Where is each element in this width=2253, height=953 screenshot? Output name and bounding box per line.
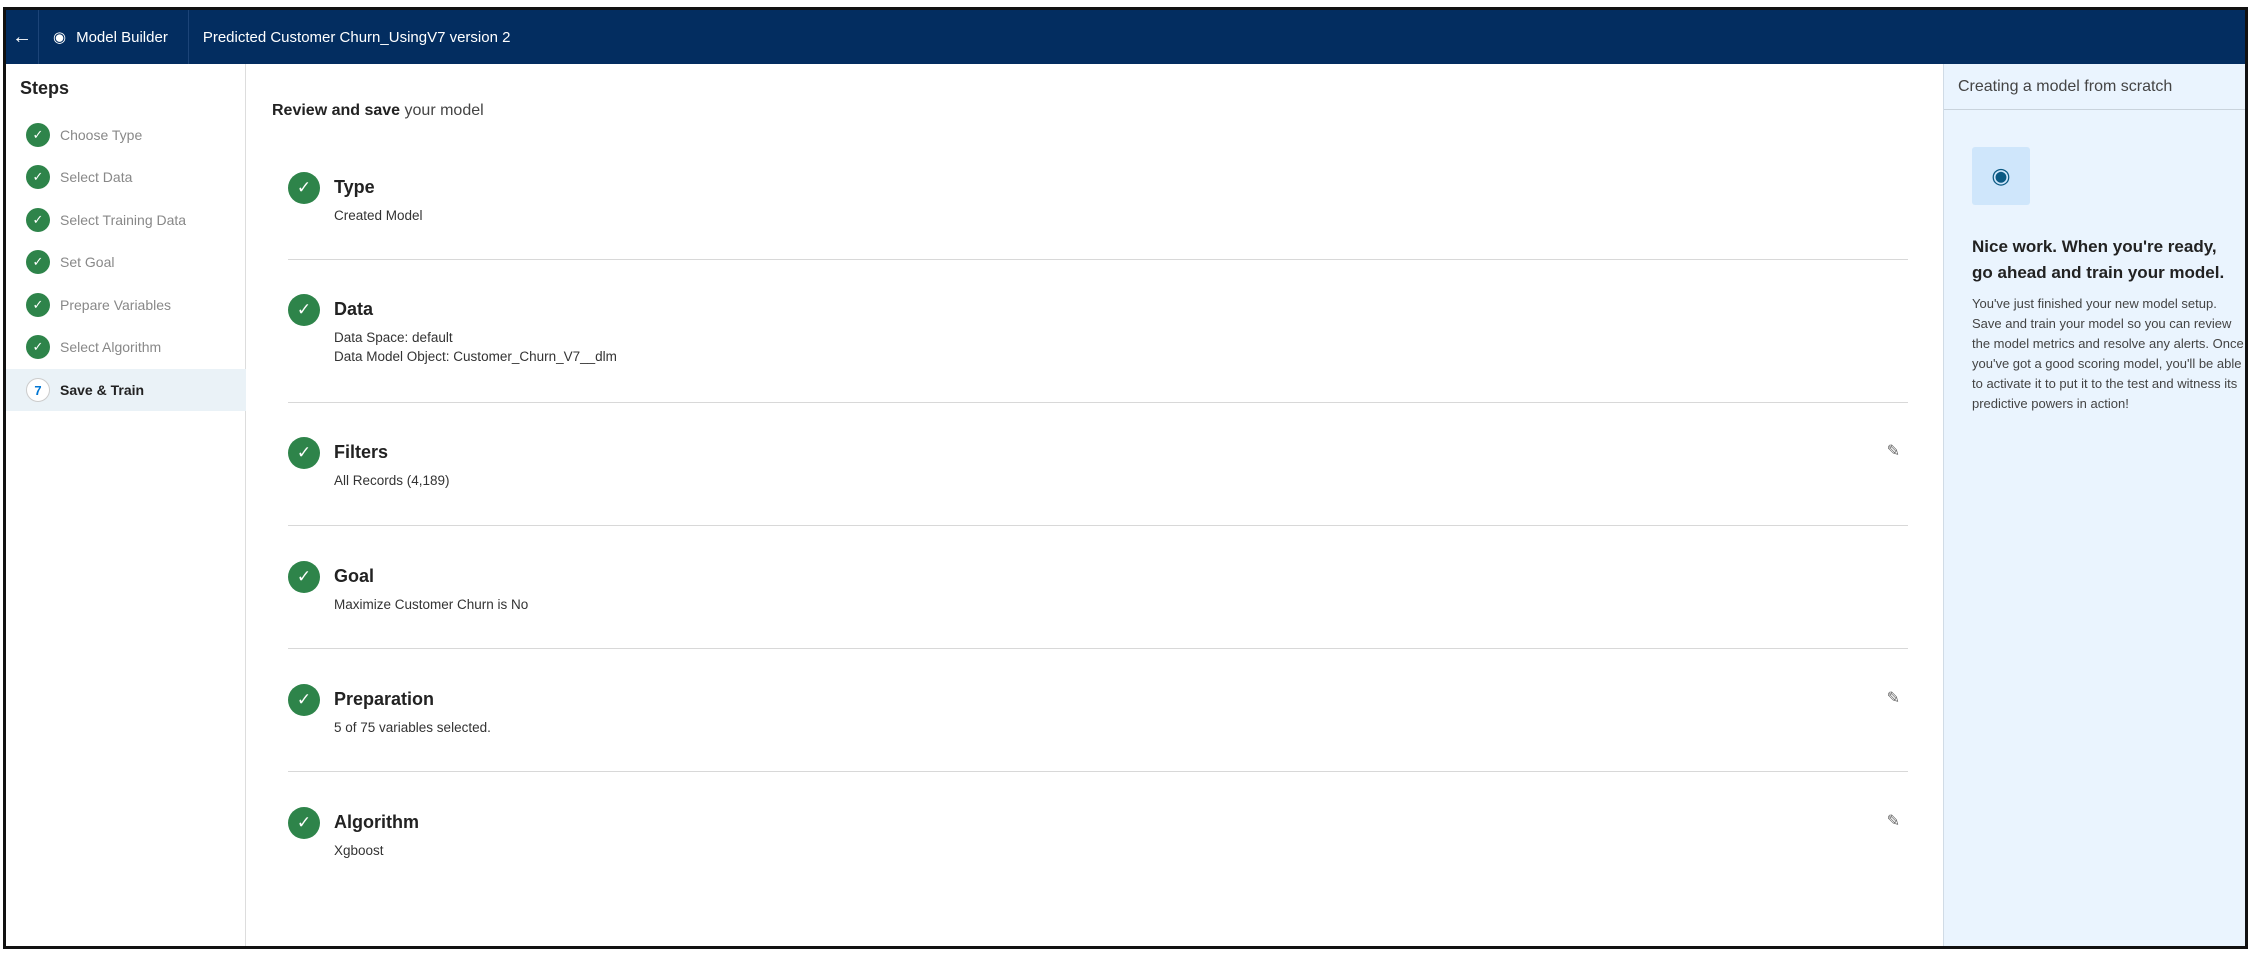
section-detail: Data Space: default [334,330,453,345]
divider [288,771,1908,772]
help-title: Nice work. When you're ready, go ahead a… [1972,237,2225,282]
step-label: Select Training Data [60,212,187,228]
step-number: 7 [26,378,50,402]
check-icon: ✓ [288,172,320,204]
check-icon: ✓ [26,208,50,232]
section-detail: Xgboost [334,843,384,858]
step-select-algorithm[interactable]: ✓ Select Algorithm [6,326,246,368]
check-icon: ✓ [26,123,50,147]
app-window: ← ◉ Model Builder Predicted Customer Chur… [3,7,2248,949]
app-name[interactable]: ◉ Model Builder [39,10,189,64]
model-title: Predicted Customer Churn_UsingV7 version… [202,28,511,46]
section-title: Preparation [334,689,435,709]
section-detail: Maximize Customer Churn is No [334,597,529,612]
divider [288,525,1908,526]
section-title: Filters [334,442,389,462]
section-title: Data [334,299,374,319]
section-detail: All Records (4,189) [334,473,450,488]
check-icon: ✓ [26,293,50,317]
steps-sidebar: Steps ✓ Choose Type ✓ Select Data ✓ Select … [6,64,246,946]
step-prepare-variables[interactable]: ✓ Prepare Variables [6,284,246,326]
step-label: Prepare Variables [60,297,172,313]
section-title: Goal [334,566,375,586]
section-title: Algorithm [334,812,419,832]
help-panel: Creating a model from scratch ◉ Nice wor… [1943,64,2245,946]
check-icon: ✓ [288,294,320,326]
step-label: Select Data [60,169,133,185]
back-button[interactable]: ← [6,10,39,64]
help-panel-header: Creating a model from scratch [1944,64,2245,110]
section-title: Type [334,177,375,197]
edit-pencil-icon[interactable]: ✎ [1887,688,1900,708]
check-icon: ✓ [26,250,50,274]
review-main: Review and save your model ✓ Type Created … [246,64,1943,946]
check-icon: ✓ [26,335,50,359]
divider [288,259,1908,260]
check-icon: ✓ [288,561,320,593]
check-icon: ✓ [288,684,320,716]
step-select-data[interactable]: ✓ Select Data [6,156,246,198]
step-label: Save & Train [60,382,145,398]
arrow-left-icon: ← [12,25,32,48]
top-header: ← ◉ Model Builder Predicted Customer Chur… [6,10,2245,64]
edit-pencil-icon[interactable]: ✎ [1887,441,1900,461]
check-icon: ✓ [288,807,320,839]
edit-pencil-icon[interactable]: ✎ [1887,811,1900,831]
step-label: Choose Type [60,127,143,143]
app-name-label: Model Builder [76,28,168,46]
help-body: You've just finished your new model setu… [1972,296,2244,411]
step-save-train[interactable]: 7 Save & Train [6,369,246,411]
page-title: Review and save your model [272,102,484,119]
einstein-icon: ◉ [1972,147,2030,205]
step-choose-type[interactable]: ✓ Choose Type [6,114,246,156]
divider [288,402,1908,403]
section-detail: Created Model [334,208,423,223]
divider [288,648,1908,649]
step-label: Select Algorithm [60,339,162,355]
section-detail: Data Model Object: Customer_Churn_V7__dl… [334,349,617,364]
check-icon: ✓ [288,437,320,469]
einstein-icon: ◉ [53,29,67,46]
step-label: Set Goal [60,254,115,270]
steps-heading: Steps [20,78,70,98]
step-select-training-data[interactable]: ✓ Select Training Data [6,199,246,241]
section-detail: 5 of 75 variables selected. [334,720,491,735]
step-set-goal[interactable]: ✓ Set Goal [6,241,246,283]
check-icon: ✓ [26,165,50,189]
